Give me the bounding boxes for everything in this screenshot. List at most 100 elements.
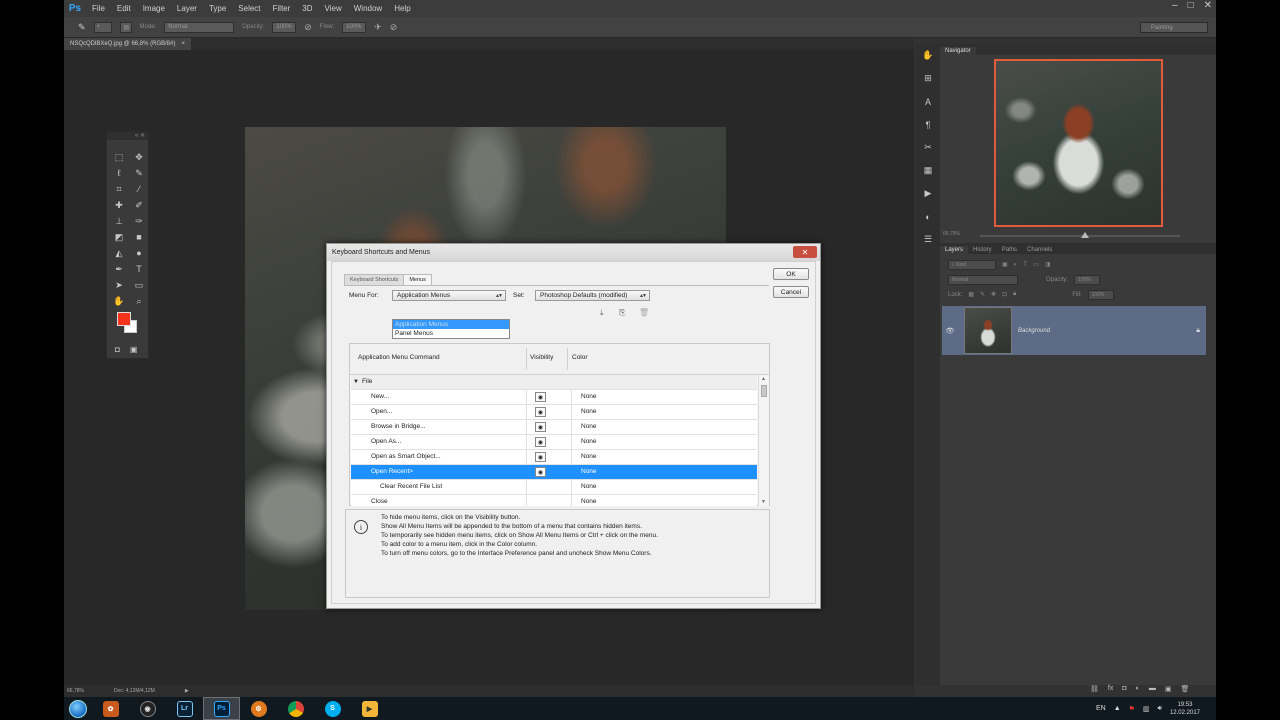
- timeline-panel-icon[interactable]: ▶: [916, 182, 940, 205]
- document-tab[interactable]: NSQcQDlBXeQ.jpg @ 66,8% (RGB/8#) ×: [64, 38, 191, 50]
- hand-tool-icon[interactable]: ✋: [109, 294, 129, 308]
- cancel-button[interactable]: Cancel: [773, 286, 809, 298]
- actions-panel-icon[interactable]: ⊞: [916, 67, 940, 90]
- pressure-opacity-icon[interactable]: ⊘: [304, 22, 312, 33]
- healing-brush-tool-icon[interactable]: ✚: [109, 198, 129, 212]
- layer-style-icon[interactable]: fx: [1108, 685, 1113, 693]
- table-row[interactable]: Open... ◉ None: [351, 405, 757, 420]
- swatches-panel-icon[interactable]: ▦: [916, 159, 940, 182]
- dialog-title-bar[interactable]: Keyboard Shortcuts and Menus ✕: [327, 244, 820, 261]
- row-color[interactable]: None: [581, 408, 597, 415]
- ok-button[interactable]: OK: [773, 268, 809, 280]
- table-row[interactable]: Close None: [351, 495, 757, 506]
- tab-paths[interactable]: Paths: [997, 246, 1022, 254]
- table-row-selected[interactable]: Open Recent> ◉ None: [351, 465, 757, 480]
- move-tool-icon[interactable]: ✥: [129, 150, 149, 164]
- set-select[interactable]: Photoshop Defaults (modified) ▴▾: [535, 290, 650, 301]
- menu-type[interactable]: Type: [203, 4, 232, 13]
- lock-position-icon[interactable]: ✥: [991, 291, 996, 298]
- type-tool-icon[interactable]: T: [129, 262, 149, 276]
- close-window-button[interactable]: ✕: [1204, 0, 1212, 11]
- table-scrollbar[interactable]: ▲ ▼: [758, 375, 769, 506]
- row-color[interactable]: None: [581, 498, 597, 505]
- link-layers-icon[interactable]: ⛓: [1090, 685, 1099, 693]
- volume-icon[interactable]: 🔊︎: [1158, 705, 1162, 713]
- visibility-eye-icon[interactable]: ◉: [535, 422, 546, 432]
- filter-pixel-icon[interactable]: ▣: [1002, 261, 1008, 268]
- filter-smart-object-icon[interactable]: ◨: [1045, 261, 1051, 268]
- rectangle-tool-icon[interactable]: ▭: [129, 278, 149, 292]
- brush-tool-icon[interactable]: ✐: [129, 198, 149, 212]
- taskbar-app-chrome[interactable]: [277, 697, 314, 720]
- taskbar-app-lightroom[interactable]: Lr: [166, 697, 203, 720]
- tab-layers[interactable]: Layers: [940, 246, 969, 254]
- lasso-tool-icon[interactable]: ℓ: [109, 166, 129, 180]
- row-color[interactable]: None: [581, 423, 597, 430]
- row-color[interactable]: None: [581, 468, 597, 475]
- taskbar-app-photoshop[interactable]: Ps: [203, 697, 240, 720]
- table-row[interactable]: New... ◉ None: [351, 390, 757, 405]
- filter-type-icon[interactable]: T: [1023, 262, 1027, 268]
- taskbar-app-skype[interactable]: S: [314, 697, 351, 720]
- option-panel-menus[interactable]: Panel Menus: [393, 329, 509, 338]
- menu-window[interactable]: Window: [348, 4, 388, 13]
- delete-set-icon[interactable]: 🗑︎: [639, 308, 649, 317]
- layer-visibility-eye-icon[interactable]: 👁︎: [942, 327, 958, 335]
- lock-all-icon[interactable]: 🔒︎: [1013, 291, 1016, 298]
- lock-artboard-icon[interactable]: ⊡: [1002, 291, 1007, 298]
- blur-tool-icon[interactable]: ◭: [109, 246, 129, 260]
- scrollbar-thumb[interactable]: [761, 385, 767, 397]
- lock-image-icon[interactable]: ✎: [980, 291, 985, 298]
- filter-adjustment-icon[interactable]: ◐: [1014, 262, 1018, 268]
- taskbar-app-media[interactable]: ◉: [129, 697, 166, 720]
- row-color[interactable]: None: [581, 483, 597, 490]
- option-application-menus[interactable]: Application Menus: [393, 320, 509, 329]
- minimize-button[interactable]: –: [1172, 0, 1178, 11]
- scroll-down-icon[interactable]: ▼: [761, 499, 766, 505]
- tool-presets-panel-icon[interactable]: ✂: [916, 136, 940, 159]
- menu-edit[interactable]: Edit: [111, 4, 137, 13]
- new-set-icon[interactable]: ⎘: [619, 308, 625, 318]
- navigator-thumbnail[interactable]: [994, 59, 1163, 227]
- adjustments-panel-icon[interactable]: ◐: [916, 205, 940, 228]
- path-selection-tool-icon[interactable]: ➤: [109, 278, 129, 292]
- table-row[interactable]: Open as Smart Object... ◉ None: [351, 450, 757, 465]
- fill-input[interactable]: 100%: [1087, 289, 1114, 300]
- tab-history[interactable]: History: [968, 246, 997, 254]
- tab-navigator[interactable]: Navigator: [940, 47, 976, 55]
- visibility-eye-icon[interactable]: ◉: [535, 452, 546, 462]
- history-panel-icon[interactable]: ✋: [916, 44, 940, 67]
- row-color[interactable]: None: [581, 393, 597, 400]
- blend-mode-select[interactable]: Normal: [948, 274, 1018, 285]
- layer-opacity-input[interactable]: 100%: [1074, 274, 1101, 285]
- expand-triangle-icon[interactable]: ▼: [353, 379, 359, 385]
- menu-for-select[interactable]: Application Menus ▴▾: [392, 290, 506, 301]
- quick-mask-icon[interactable]: ◘: [115, 345, 120, 354]
- taskbar-app-player[interactable]: ▶: [351, 697, 388, 720]
- properties-panel-icon[interactable]: ☰: [916, 228, 940, 251]
- character-panel-icon[interactable]: A: [916, 90, 940, 113]
- table-row[interactable]: Browse in Bridge... ◉ None: [351, 420, 757, 435]
- zoom-slider-knob[interactable]: [1081, 232, 1089, 238]
- maximize-button[interactable]: □: [1188, 0, 1194, 11]
- menu-file[interactable]: File: [86, 4, 111, 13]
- close-tab-icon[interactable]: ×: [181, 41, 185, 47]
- clone-stamp-tool-icon[interactable]: ⊥: [109, 214, 129, 228]
- scroll-up-icon[interactable]: ▲: [761, 376, 766, 382]
- brush-preset-picker[interactable]: •: [93, 21, 112, 33]
- menu-image[interactable]: Image: [137, 4, 171, 13]
- tab-channels[interactable]: Channels: [1022, 246, 1057, 254]
- flag-icon[interactable]: ⚑: [1129, 705, 1135, 713]
- taskbar-app-explorer[interactable]: ✿: [92, 697, 129, 720]
- network-icon[interactable]: ▥: [1143, 705, 1150, 713]
- new-adjustment-icon[interactable]: ◐: [1136, 685, 1140, 693]
- paragraph-panel-icon[interactable]: ¶: [916, 113, 940, 136]
- start-button[interactable]: [64, 697, 92, 720]
- dialog-close-button[interactable]: ✕: [793, 246, 817, 258]
- visibility-eye-icon[interactable]: ◉: [535, 467, 546, 477]
- status-arrow-icon[interactable]: ▶: [185, 688, 189, 694]
- gradient-tool-icon[interactable]: ■: [129, 230, 149, 244]
- add-mask-icon[interactable]: ◘: [1122, 685, 1126, 693]
- history-brush-tool-icon[interactable]: ✑: [129, 214, 149, 228]
- flow-input[interactable]: 100%: [342, 21, 367, 33]
